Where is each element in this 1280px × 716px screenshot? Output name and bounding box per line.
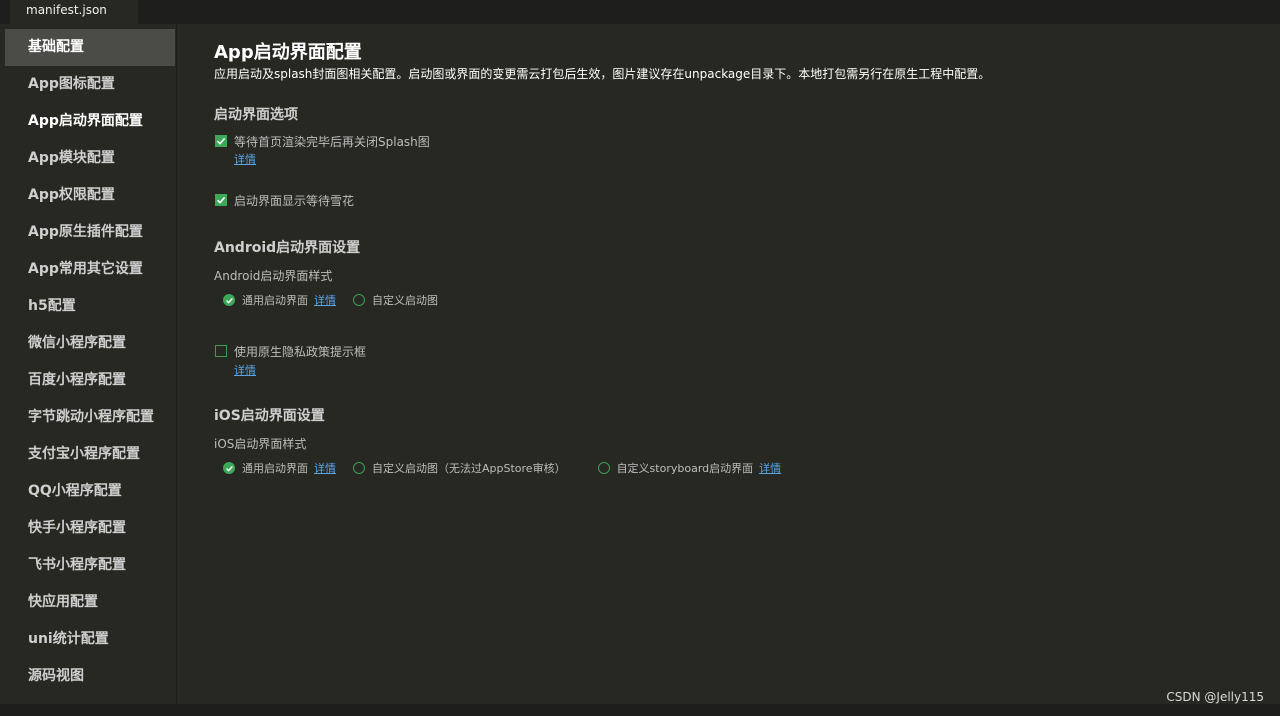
sidebar-item-bytedance[interactable]: 字节跳动小程序配置 [5, 399, 175, 436]
sidebar-item-feishu[interactable]: 飞书小程序配置 [5, 547, 175, 584]
sidebar-item-baidu[interactable]: 百度小程序配置 [5, 362, 175, 399]
main-panel: App启动界面配置 应用启动及splash封面图相关配置。启动图或界面的变更需云… [177, 24, 1280, 704]
radio-button[interactable] [223, 462, 235, 474]
wait-render-details-link[interactable]: 详情 [234, 151, 256, 167]
privacy-option[interactable]: 使用原生隐私政策提示框 [215, 343, 366, 359]
ios-radio-custom[interactable]: 自定义启动图（无法过AppStore审核） [353, 460, 566, 476]
section-splash-options-title: 启动界面选项 [214, 107, 298, 123]
show-waiting-label: 启动界面显示等待雪花 [234, 193, 355, 208]
check-icon [216, 196, 226, 204]
ios-storyboard-details-link[interactable]: 详情 [759, 460, 781, 476]
ios-radio-generic[interactable]: 通用启动界面 [223, 460, 308, 476]
sidebar-item-source-view[interactable]: 源码视图 [5, 658, 175, 695]
check-icon [225, 465, 233, 472]
wait-render-option[interactable]: 等待首页渲染完毕后再关闭Splash图 [215, 133, 430, 149]
privacy-checkbox[interactable] [215, 345, 227, 357]
android-radio-custom-label: 自定义启动图 [372, 294, 438, 307]
watermark: CSDN @Jelly115 [1166, 690, 1264, 704]
ios-generic-details-link[interactable]: 详情 [314, 460, 336, 476]
section-ios-title: iOS启动界面设置 [214, 408, 325, 424]
ios-radio-storyboard[interactable]: 自定义storyboard启动界面 [597, 460, 754, 476]
radio-button[interactable] [353, 462, 365, 474]
android-radio-generic-label: 通用启动界面 [242, 294, 308, 307]
sidebar-item-quickapp[interactable]: 快应用配置 [5, 584, 175, 621]
sidebar-item-kuaishou[interactable]: 快手小程序配置 [5, 510, 175, 547]
sidebar-item-qq[interactable]: QQ小程序配置 [5, 473, 175, 510]
sidebar-item-h5[interactable]: h5配置 [5, 288, 175, 325]
check-icon [216, 137, 226, 145]
show-waiting-checkbox[interactable] [215, 194, 227, 206]
privacy-label: 使用原生隐私政策提示框 [234, 344, 367, 359]
sidebar-item-app-icon[interactable]: App图标配置 [5, 66, 175, 103]
radio-button[interactable] [223, 294, 235, 306]
page-title: App启动界面配置 [214, 42, 362, 63]
sidebar-item-uni-stat[interactable]: uni统计配置 [5, 621, 175, 658]
sidebar-item-app-other[interactable]: App常用其它设置 [5, 251, 175, 288]
section-android-title: Android启动界面设置 [214, 240, 361, 256]
sidebar-item-app-native-plugins[interactable]: App原生插件配置 [5, 214, 175, 251]
wait-render-checkbox[interactable] [215, 135, 227, 147]
status-bar [0, 704, 1280, 716]
page-description: 应用启动及splash封面图相关配置。启动图或界面的变更需云打包后生效，图片建议… [214, 67, 991, 81]
sidebar-item-app-splash[interactable]: App启动界面配置 [5, 103, 175, 140]
ios-radio-custom-label: 自定义启动图（无法过AppStore审核） [372, 462, 566, 475]
ios-style-label: iOS启动界面样式 [214, 437, 307, 451]
ios-style-radio-group: 通用启动界面 详情 自定义启动图（无法过AppStore审核） 自定义story… [223, 460, 781, 476]
sidebar-item-wechat[interactable]: 微信小程序配置 [5, 325, 175, 362]
check-icon [225, 297, 233, 304]
android-style-label: Android启动界面样式 [214, 269, 333, 283]
editor-tab-bar: manifest.json [0, 0, 1280, 24]
sidebar-item-app-permissions[interactable]: App权限配置 [5, 177, 175, 214]
android-radio-custom[interactable]: 自定义启动图 [353, 292, 438, 308]
radio-button[interactable] [353, 294, 365, 306]
sidebar: 基础配置 App图标配置 App启动界面配置 App模块配置 App权限配置 A… [0, 24, 177, 704]
ios-radio-generic-label: 通用启动界面 [242, 462, 308, 475]
sidebar-item-alipay[interactable]: 支付宝小程序配置 [5, 436, 175, 473]
android-style-radio-group: 通用启动界面 详情 自定义启动图 [223, 292, 438, 308]
privacy-details-link[interactable]: 详情 [234, 362, 256, 378]
android-generic-details-link[interactable]: 详情 [314, 292, 336, 308]
sidebar-item-basic[interactable]: 基础配置 [5, 29, 175, 66]
tab-manifest-json[interactable]: manifest.json [10, 0, 138, 24]
android-radio-generic[interactable]: 通用启动界面 [223, 292, 308, 308]
radio-button[interactable] [597, 462, 610, 474]
sidebar-item-app-modules[interactable]: App模块配置 [5, 140, 175, 177]
tab-title: manifest.json [26, 3, 107, 17]
wait-render-label: 等待首页渲染完毕后再关闭Splash图 [234, 134, 430, 149]
show-waiting-option[interactable]: 启动界面显示等待雪花 [215, 192, 354, 208]
ios-radio-storyboard-label: 自定义storyboard启动界面 [616, 462, 754, 475]
